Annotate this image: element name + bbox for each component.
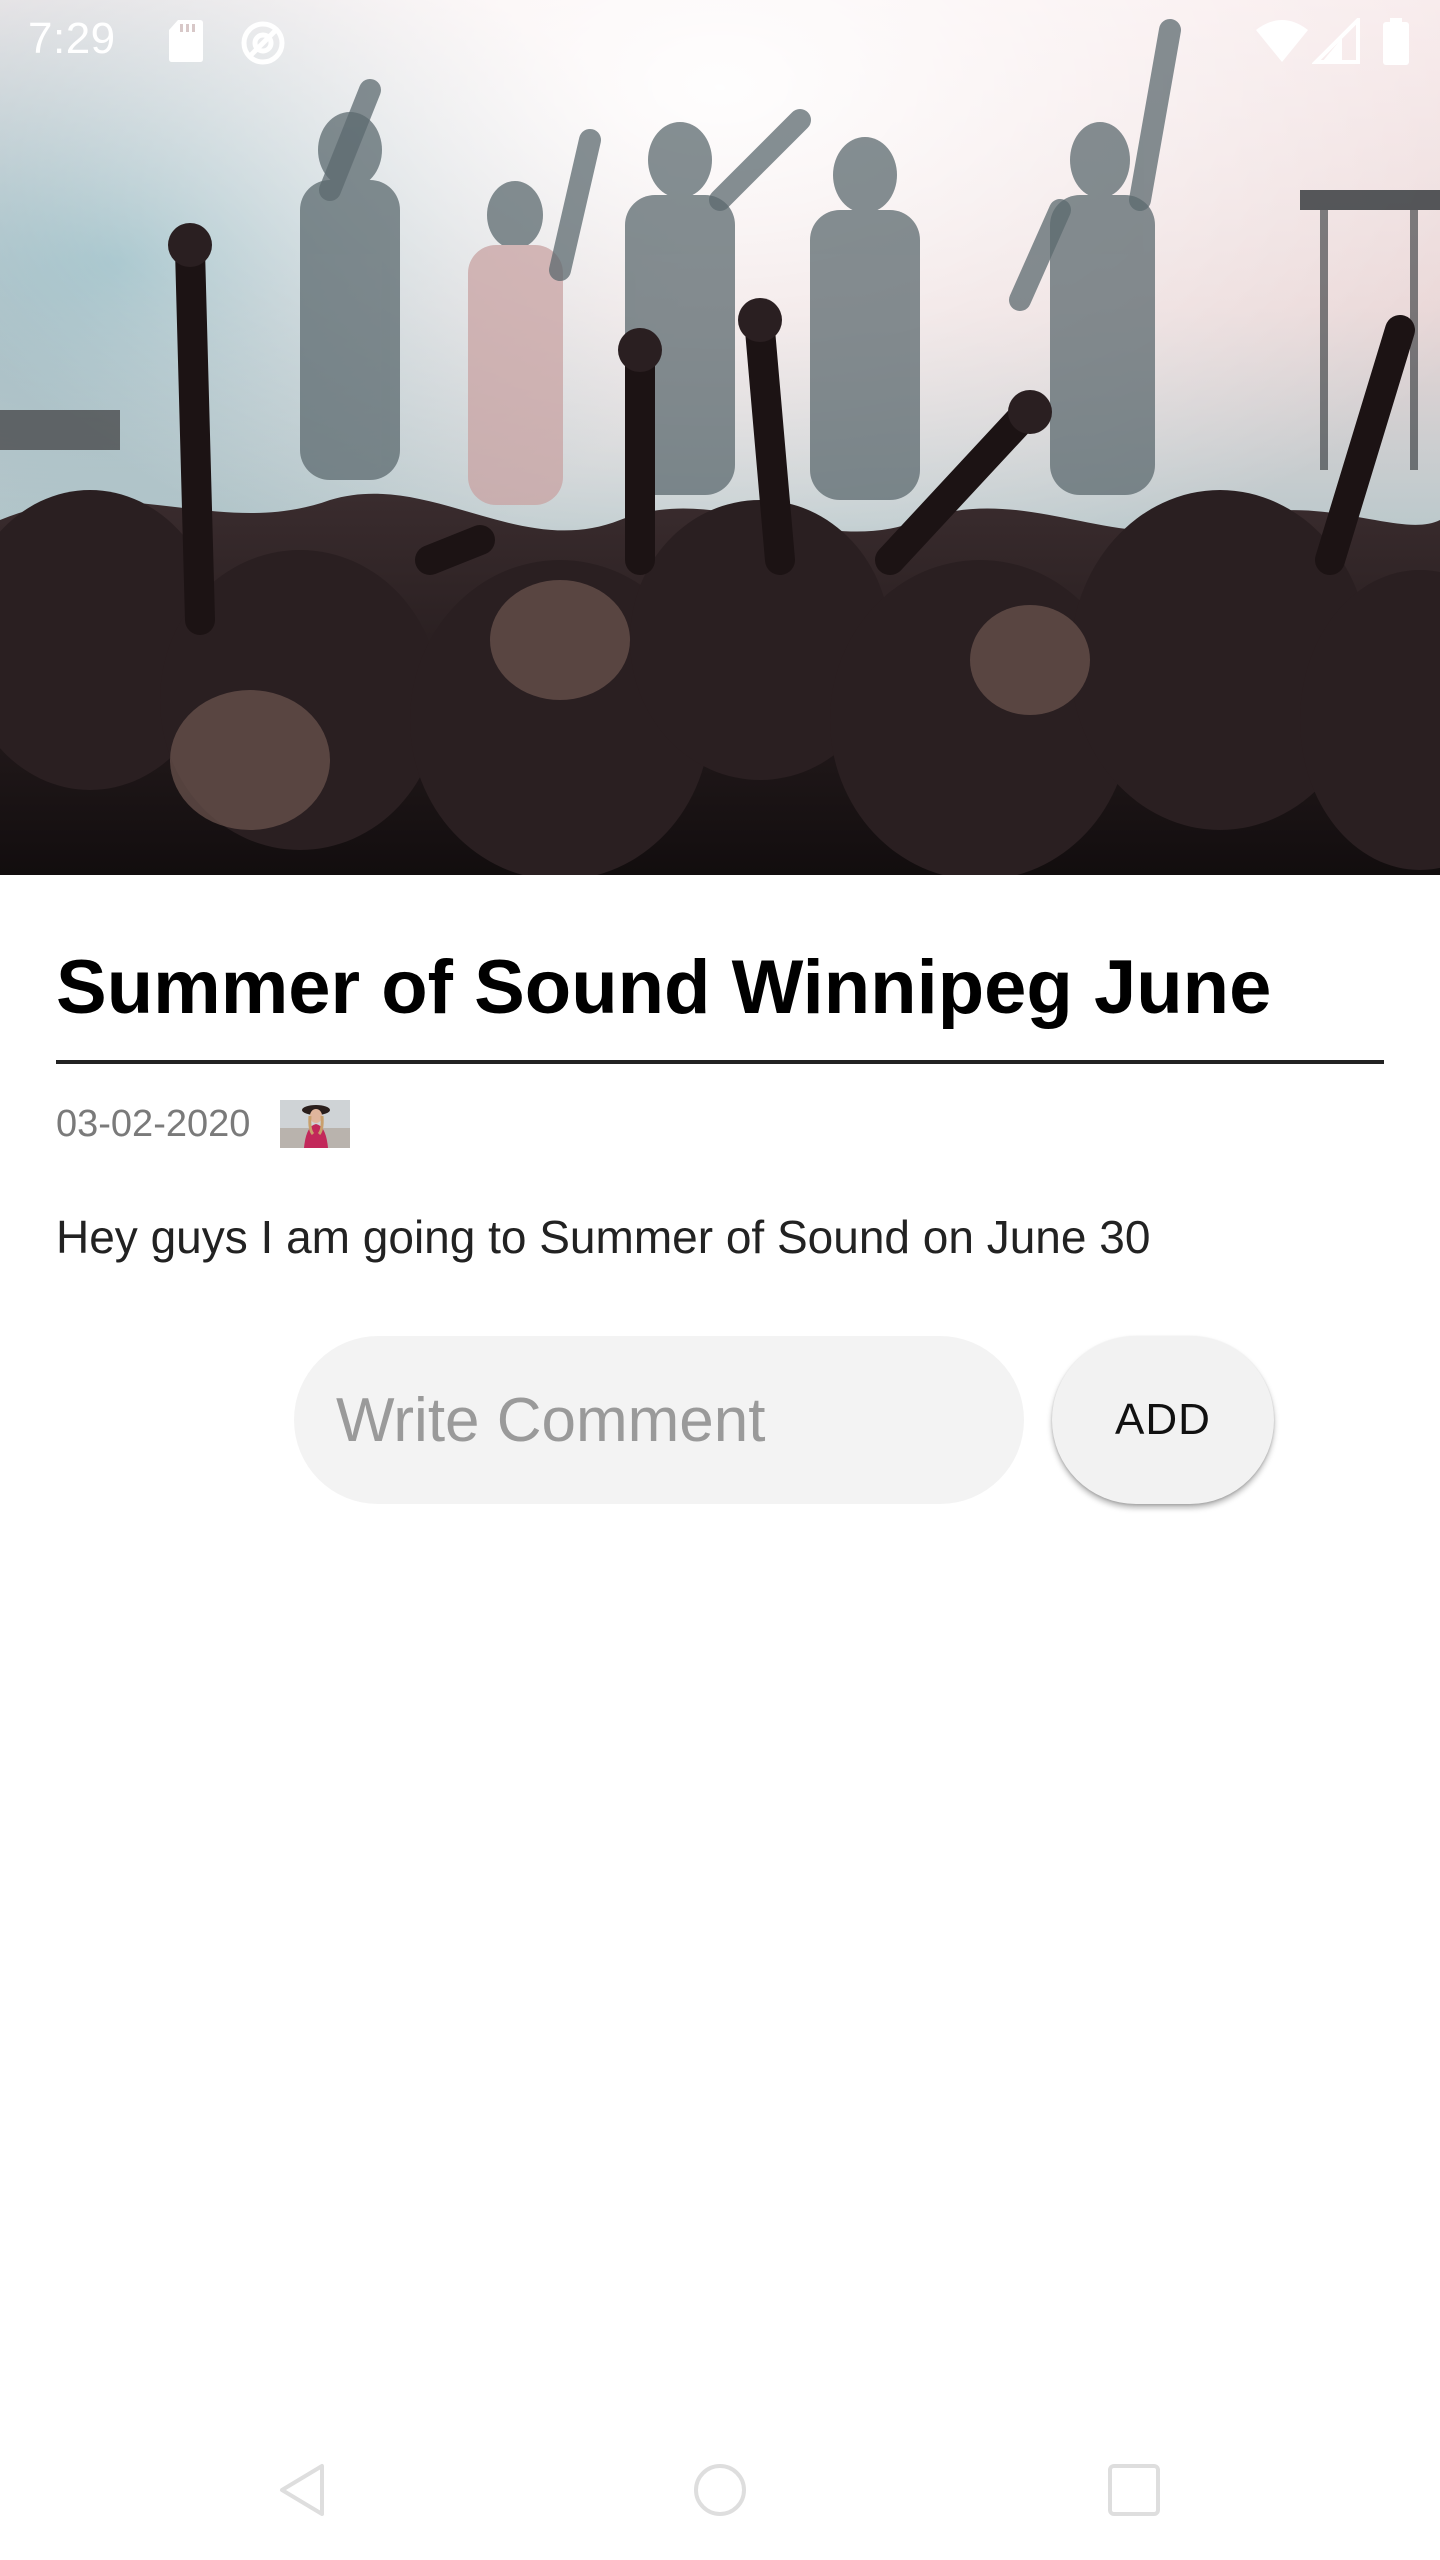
status-bar: 7:29 <box>0 0 1440 84</box>
recents-icon[interactable] <box>1094 2450 1174 2530</box>
concert-crowd-image <box>0 0 1440 875</box>
sd-card-icon <box>168 18 204 69</box>
wifi-icon <box>1254 18 1310 69</box>
author-avatar[interactable] <box>280 1100 351 1148</box>
sync-icon <box>238 18 288 73</box>
post-body: Hey guys I am going to Summer of Sound o… <box>56 1211 1151 1263</box>
title-divider <box>56 1060 1384 1064</box>
cell-signal-icon <box>1311 15 1360 69</box>
comment-input[interactable] <box>294 1336 1024 1504</box>
post-date: 03-02-2020 <box>56 1102 251 1145</box>
home-icon[interactable] <box>680 2450 760 2530</box>
navigation-bar <box>0 2420 1440 2560</box>
post-meta: 03-02-2020 <box>56 1096 351 1152</box>
add-comment-button[interactable]: ADD <box>1052 1336 1274 1504</box>
battery-icon <box>1382 18 1410 71</box>
hero-image <box>0 0 1440 875</box>
post-title: Summer of Sound Winnipeg June <box>56 945 1272 1030</box>
back-icon[interactable] <box>262 2450 342 2530</box>
status-time: 7:29 <box>28 14 116 63</box>
